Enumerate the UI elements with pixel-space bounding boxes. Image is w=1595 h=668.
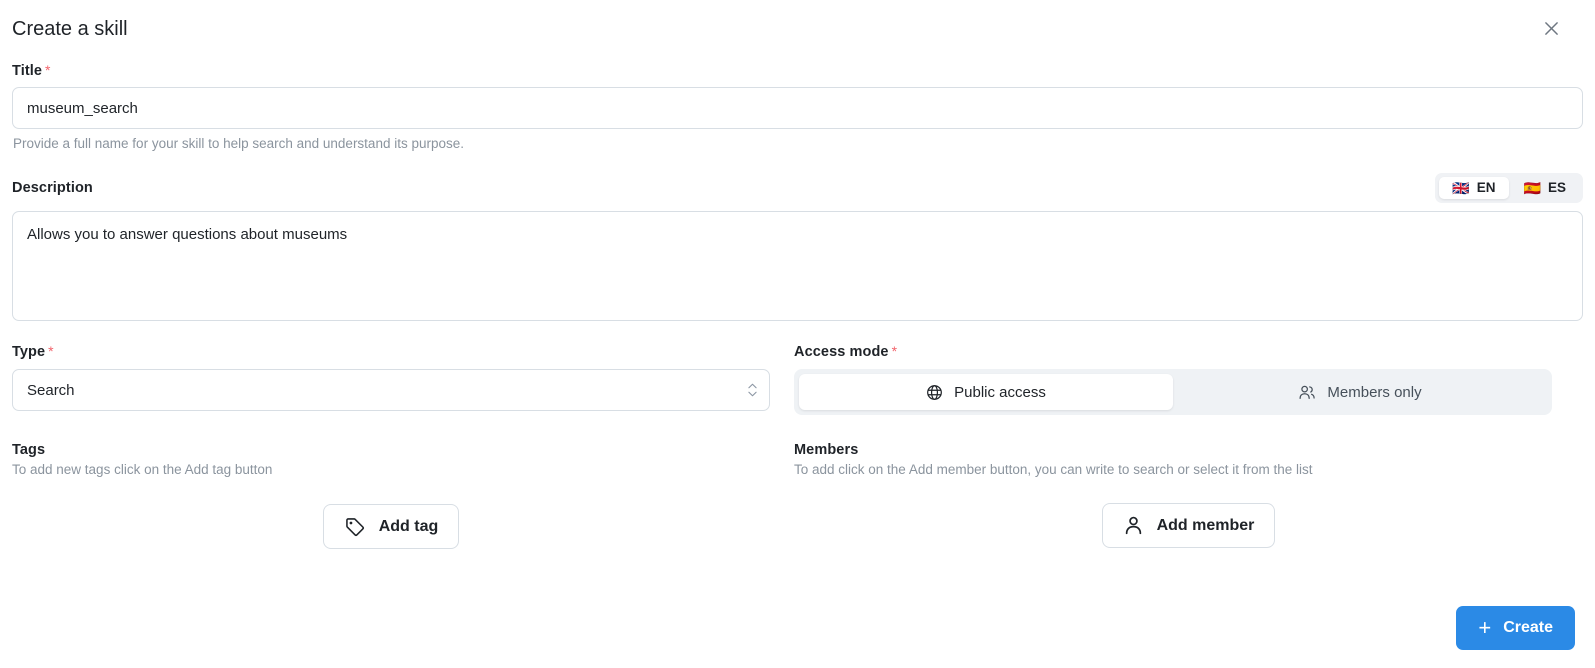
language-option-es[interactable]: 🇪🇸 ES (1511, 177, 1579, 199)
members-helper-text: To add click on the Add member button, y… (794, 462, 1313, 477)
access-option-public[interactable]: Public access (799, 374, 1173, 410)
language-option-en-label: EN (1476, 180, 1496, 196)
access-mode-label-text: Access mode (794, 344, 889, 360)
tag-icon (344, 516, 366, 538)
type-label-text: Type (12, 344, 46, 360)
globe-icon (926, 384, 943, 401)
flag-gb-icon: 🇬🇧 (1452, 180, 1470, 196)
description-body: Allows you to answer questions about mus… (12, 211, 1583, 321)
description-label: Description (12, 180, 93, 196)
page-title: Create a skill (12, 18, 128, 40)
title-input[interactable] (12, 87, 1583, 129)
title-required-mark: * (45, 62, 51, 78)
people-icon (1298, 384, 1316, 401)
dialog-header: Create a skill (12, 0, 1583, 56)
type-access-row: Type * Search Access mode * Public acces… (12, 343, 1583, 415)
access-option-members-label: Members only (1327, 383, 1422, 401)
close-icon[interactable] (1539, 16, 1563, 40)
add-member-row: Add member (794, 503, 1583, 548)
tags-helper-text: To add new tags click on the Add tag but… (12, 462, 273, 477)
type-select-wrapper: Search (12, 369, 770, 411)
title-label-text: Title (12, 63, 43, 79)
members-section: Members To add click on the Add member b… (794, 442, 1583, 549)
create-button[interactable]: + Create (1456, 606, 1575, 650)
title-label: Title * (12, 62, 51, 79)
access-mode-label: Access mode * (794, 343, 1583, 360)
access-option-members[interactable]: Members only (1173, 374, 1547, 410)
members-header: Members To add click on the Add member b… (794, 442, 1583, 477)
language-option-es-label: ES (1547, 180, 1566, 196)
language-toggle: 🇬🇧 EN 🇪🇸 ES (1435, 173, 1583, 203)
person-icon (1123, 515, 1144, 536)
members-label: Members (794, 442, 859, 458)
add-tag-button[interactable]: Add tag (322, 504, 460, 549)
tags-members-row: Tags To add new tags click on the Add ta… (12, 442, 1583, 549)
language-option-en[interactable]: 🇬🇧 EN (1439, 177, 1509, 199)
tags-label: Tags (12, 442, 46, 458)
type-label: Type * (12, 343, 770, 360)
create-skill-dialog: Create a skill Title* Provide a full nam… (0, 0, 1595, 668)
access-mode-required-mark: * (891, 343, 898, 359)
create-button-label: Create (1503, 619, 1553, 636)
type-select[interactable]: Search (12, 369, 770, 411)
add-member-button-label: Add member (1156, 516, 1255, 534)
description-textarea[interactable]: Allows you to answer questions about mus… (12, 211, 1583, 321)
description-field-group: Description 🇬🇧 EN 🇪🇸 ES Allows you to an… (12, 173, 1583, 321)
access-mode-toggle: Public access Members only (794, 369, 1552, 415)
tags-section: Tags To add new tags click on the Add ta… (12, 442, 794, 549)
type-required-mark: * (48, 343, 54, 359)
add-tag-button-label: Add tag (378, 517, 439, 535)
description-header: Description 🇬🇧 EN 🇪🇸 ES (12, 173, 1583, 203)
type-field-group: Type * Search (12, 343, 794, 415)
tags-header: Tags To add new tags click on the Add ta… (12, 442, 770, 477)
title-helper-text: Provide a full name for your skill to he… (13, 136, 464, 151)
flag-es-icon: 🇪🇸 (1523, 180, 1541, 196)
add-tag-row: Add tag (12, 504, 770, 549)
title-field-group: Title* Provide a full name for your skil… (12, 62, 1583, 151)
access-mode-field-group: Access mode * Public access Members only (794, 343, 1583, 415)
dialog-footer: + Create (1456, 606, 1575, 650)
add-member-button[interactable]: Add member (1101, 503, 1276, 548)
access-option-public-label: Public access (954, 383, 1046, 401)
plus-icon: + (1478, 615, 1492, 640)
